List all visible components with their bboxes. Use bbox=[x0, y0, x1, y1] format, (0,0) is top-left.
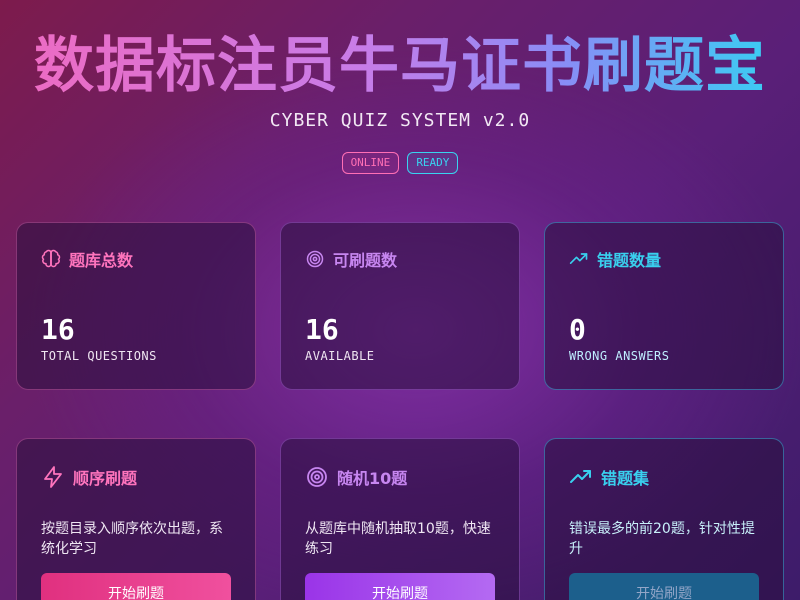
start-wrong-set-button[interactable]: 开始刷题 bbox=[569, 573, 759, 600]
stat-label: 错题数量 bbox=[597, 251, 662, 270]
stat-caption: WRONG ANSWERS bbox=[569, 349, 670, 363]
start-sequential-button[interactable]: 开始刷题 bbox=[41, 573, 231, 600]
mode-card-header: 顺序刷题 bbox=[41, 465, 137, 489]
stat-card-wrong: 错题数量 0 WRONG ANSWERS bbox=[544, 222, 784, 390]
mode-title: 错题集 bbox=[601, 469, 650, 488]
stat-value: 16 bbox=[305, 313, 339, 346]
page-title: 数据标注员牛马证书刷题宝 bbox=[0, 26, 800, 106]
stat-card-header: 题库总数 bbox=[41, 247, 133, 271]
target-icon bbox=[305, 249, 325, 269]
stat-card-header: 可刷题数 bbox=[305, 247, 397, 271]
mode-title: 随机10题 bbox=[337, 469, 408, 488]
status-badge-online: ONLINE bbox=[341, 152, 400, 174]
page-subtitle: CYBER QUIZ SYSTEM v2.0 bbox=[269, 110, 531, 131]
stat-card-header: 错题数量 bbox=[569, 247, 661, 271]
mode-description: 按题目录入顺序依次出题，系统化学习 bbox=[41, 521, 223, 557]
lightning-icon bbox=[41, 465, 65, 489]
mode-card-random: 随机10题 从题库中随机抽取10题，快速练习 开始刷题 bbox=[280, 438, 520, 600]
stat-value: 0 bbox=[569, 313, 586, 346]
mode-title: 顺序刷题 bbox=[73, 469, 138, 488]
trending-up-icon bbox=[569, 249, 589, 269]
mode-card-sequential: 顺序刷题 按题目录入顺序依次出题，系统化学习 开始刷题 bbox=[16, 438, 256, 600]
stat-label: 可刷题数 bbox=[333, 251, 398, 270]
stat-label: 题库总数 bbox=[69, 251, 134, 270]
stat-caption: AVAILABLE bbox=[305, 349, 375, 363]
stat-card-available: 可刷题数 16 AVAILABLE bbox=[280, 222, 520, 390]
stat-caption: TOTAL QUESTIONS bbox=[41, 349, 157, 363]
target-icon bbox=[305, 465, 329, 489]
status-badges: ONLINE READY bbox=[0, 152, 800, 174]
stat-card-total: 题库总数 16 TOTAL QUESTIONS bbox=[16, 222, 256, 390]
start-random-button[interactable]: 开始刷题 bbox=[305, 573, 495, 600]
trending-up-icon bbox=[569, 465, 593, 489]
mode-card-header: 错题集 bbox=[569, 465, 649, 489]
mode-card-wrong-set: 错题集 错误最多的前20题，针对性提升 开始刷题 bbox=[544, 438, 784, 600]
status-badge-ready: READY bbox=[407, 152, 459, 174]
mode-description: 错误最多的前20题，针对性提升 bbox=[569, 521, 755, 557]
brain-icon bbox=[41, 249, 61, 269]
mode-description: 从题库中随机抽取10题，快速练习 bbox=[305, 521, 491, 557]
stat-value: 16 bbox=[41, 313, 75, 346]
mode-card-header: 随机10题 bbox=[305, 465, 407, 489]
